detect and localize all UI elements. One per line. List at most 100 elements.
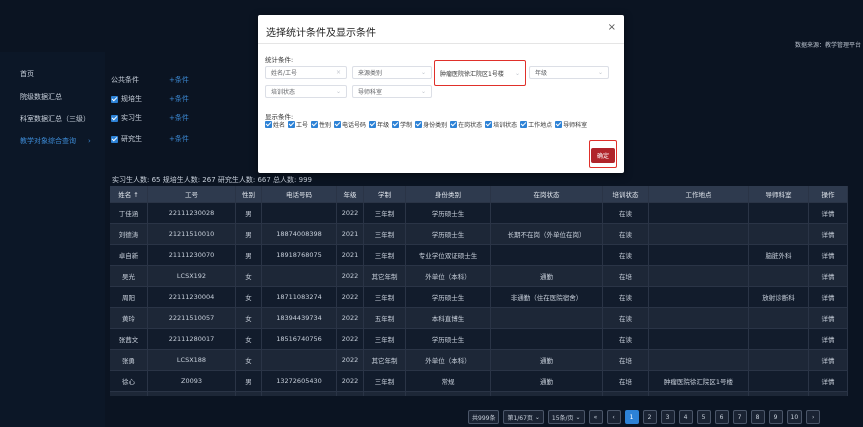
display-checkbox[interactable]: 性别 (311, 120, 331, 129)
name-id-select[interactable]: 姓名/工号 × (265, 66, 347, 79)
table-row: 朱文慧19111230003女182222838932019三年制学历硕士生长期… (110, 392, 848, 396)
clear-icon[interactable]: × (336, 69, 341, 76)
checkbox-checked-icon[interactable] (288, 121, 296, 128)
details-link[interactable]: 详情 (809, 266, 848, 286)
checkbox-checked-icon[interactable] (111, 114, 118, 122)
table-cell: 常规 (406, 371, 491, 391)
add-condition-button[interactable]: +条件 (169, 134, 189, 144)
details-link[interactable]: 详情 (809, 203, 848, 223)
data-source-text: 数据来源：教学管理平台 (794, 42, 861, 49)
display-checkbox[interactable]: 工号 (288, 120, 308, 129)
table-cell (262, 203, 337, 223)
details-link[interactable]: 详情 (809, 350, 848, 370)
page-button[interactable]: 6 (714, 410, 729, 424)
display-checkbox[interactable]: 身份类别 (415, 120, 447, 129)
training-status-select[interactable]: 培训状态 ⌄ (265, 85, 347, 98)
page-button[interactable]: 9 (768, 410, 783, 424)
display-checkbox[interactable]: 学制 (392, 120, 412, 129)
grade-select[interactable]: 年级 ⌄ (529, 66, 609, 79)
table-cell (749, 329, 809, 349)
display-checkbox[interactable]: 年级 (369, 120, 389, 129)
page-button[interactable]: 1 (624, 410, 639, 424)
work-location-select[interactable]: 肿瘤医院徐汇院区1号楼 ⌄ (434, 60, 526, 86)
display-checkbox[interactable]: 工作地点 (520, 120, 552, 129)
details-link[interactable]: 详情 (809, 329, 848, 349)
column-header: 操作 (809, 186, 848, 202)
add-condition-button[interactable]: +条件 (169, 94, 189, 104)
column-header[interactable]: 姓名 ↑ (110, 186, 148, 202)
table-cell: 三年制 (364, 392, 406, 396)
sidebar-item-dept-summary[interactable]: 科室数据汇总（三级） (20, 114, 90, 124)
display-checkbox[interactable]: 在岗状态 (450, 120, 482, 129)
details-link[interactable]: 详情 (809, 392, 848, 396)
checkbox-checked-icon[interactable] (265, 121, 272, 128)
chevron-right-icon: › (88, 137, 91, 145)
add-condition-button[interactable]: +条件 (169, 113, 189, 123)
next-page-button[interactable]: › (806, 410, 821, 424)
checkbox-checked-icon[interactable] (555, 121, 563, 128)
table-cell: 男 (236, 224, 262, 244)
table-cell: Z0093 (148, 371, 236, 391)
page-button[interactable]: 10 (786, 410, 803, 424)
sidebar-item-home[interactable]: 首页 (20, 69, 34, 79)
page-button[interactable]: 7 (732, 410, 747, 424)
column-header: 在岗状态 (491, 186, 603, 202)
prev-page-button[interactable]: ‹ (606, 410, 621, 424)
display-checkbox[interactable]: 导师科室 (555, 120, 587, 129)
details-link[interactable]: 详情 (809, 287, 848, 307)
display-checkbox[interactable]: 姓名 (265, 120, 285, 129)
mentor-dept-select[interactable]: 导师科室 ⌄ (352, 85, 432, 98)
details-link[interactable]: 详情 (809, 308, 848, 328)
filter-row: 规培生 +条件 (111, 90, 189, 108)
page-button[interactable]: 3 (660, 410, 675, 424)
filter-label[interactable]: 规培生 (111, 94, 163, 104)
checkbox-checked-icon[interactable] (369, 121, 377, 128)
table-cell (649, 308, 749, 328)
page-of-select[interactable]: 第1/67页 ⌄ (503, 410, 544, 424)
details-link[interactable]: 详情 (809, 224, 848, 244)
table-cell: 通勤 (491, 371, 603, 391)
table-cell: 长期不在岗（外单位在岗） (491, 392, 603, 396)
table-cell: 张茜文 (110, 329, 148, 349)
checkbox-checked-icon[interactable] (415, 121, 423, 128)
table-cell: 通勤 (491, 350, 603, 370)
table-cell: 18874008398 (262, 224, 337, 244)
checkbox-checked-icon[interactable] (485, 121, 493, 128)
first-page-button[interactable]: « (588, 410, 603, 424)
details-link[interactable]: 详情 (809, 371, 848, 391)
checkbox-checked-icon[interactable] (392, 121, 400, 128)
details-link[interactable]: 详情 (809, 245, 848, 265)
checkbox-checked-icon[interactable] (450, 121, 458, 128)
page-button[interactable]: 5 (696, 410, 711, 424)
source-category-select[interactable]: 来源类别 ⌄ (352, 66, 432, 79)
table-cell: 2022 (337, 350, 364, 370)
checkbox-checked-icon[interactable] (334, 121, 342, 128)
table-cell: 2022 (337, 371, 364, 391)
sidebar-item-hospital-summary[interactable]: 院级数据汇总 (20, 92, 62, 102)
table-cell: 长期不在岗（外单位在岗） (491, 224, 603, 244)
checkbox-checked-icon[interactable] (111, 95, 118, 103)
sidebar-item-teaching-query[interactable]: 教学对象综合查询 › (20, 136, 91, 146)
column-header: 学制 (364, 186, 406, 202)
filter-row-public: 公共条件 +条件 (111, 71, 189, 89)
confirm-button[interactable]: 确定 (591, 148, 615, 163)
page-button[interactable]: 8 (750, 410, 765, 424)
page-button[interactable]: 4 (678, 410, 693, 424)
checkbox-checked-icon[interactable] (311, 121, 319, 128)
filter-label[interactable]: 实习生 (111, 113, 163, 123)
filter-label[interactable]: 研究生 (111, 134, 163, 144)
close-icon[interactable]: × (608, 22, 616, 33)
table-cell: 18222283893 (262, 392, 337, 396)
display-checkbox[interactable]: 培训状态 (485, 120, 517, 129)
table-cell (749, 308, 809, 328)
page-button[interactable]: 2 (642, 410, 657, 424)
checkbox-checked-icon[interactable] (520, 121, 528, 128)
table-cell: 朱文慧 (110, 392, 148, 396)
per-page-select[interactable]: 15条/页 ⌄ (547, 410, 585, 424)
table-cell: 2022 (337, 287, 364, 307)
checkbox-checked-icon[interactable] (111, 135, 118, 143)
add-condition-button[interactable]: +条件 (169, 75, 189, 85)
display-checkbox-group: 姓名 工号 性别 电话号码 年级 学制 身份类别 在岗状态 培训状态 工作地点 导师科室 (265, 120, 587, 129)
display-checkbox[interactable]: 电话号码 (334, 120, 366, 129)
table-cell: 女 (236, 350, 262, 370)
